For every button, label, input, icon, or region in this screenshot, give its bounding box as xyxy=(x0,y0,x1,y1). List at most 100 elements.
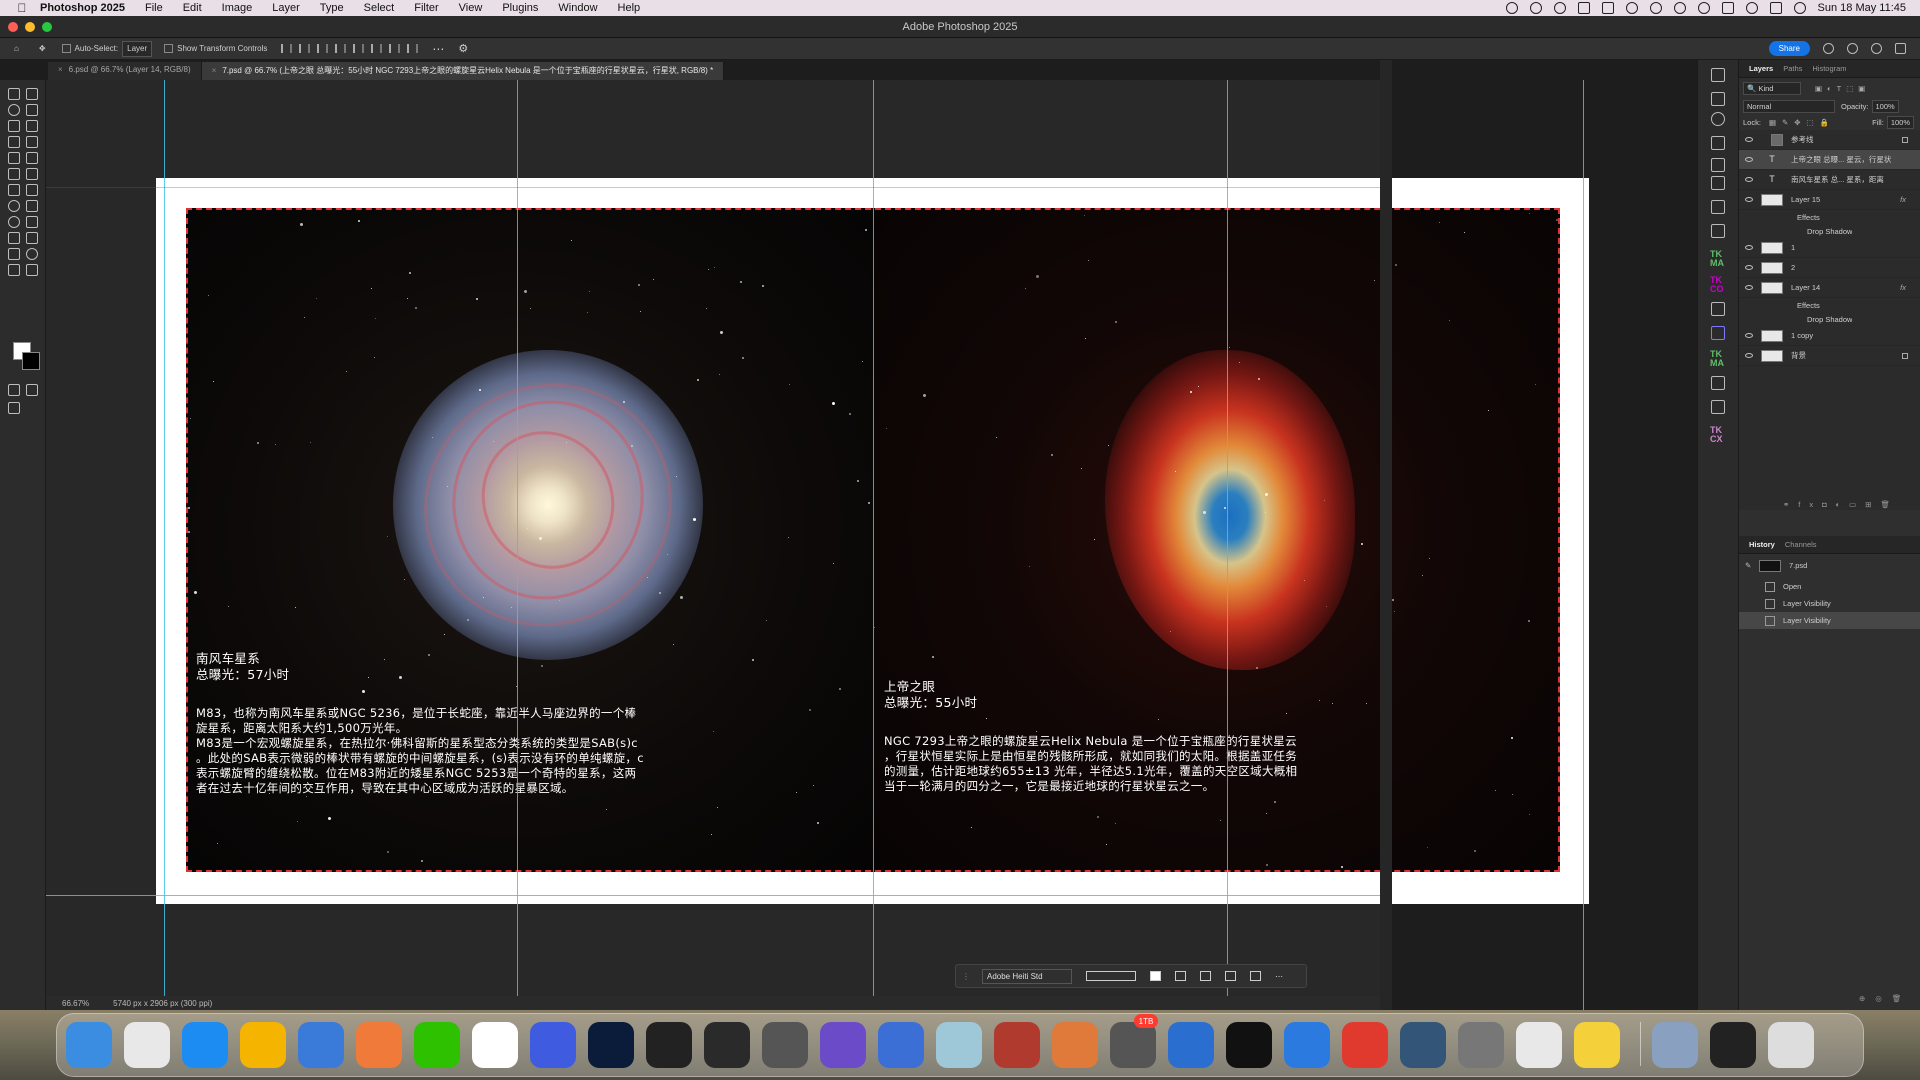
tab-histogram[interactable]: Histogram xyxy=(1812,64,1846,73)
status-s-icon[interactable] xyxy=(1697,2,1710,14)
tk-co-plugin-icon[interactable]: TK CO xyxy=(1710,276,1724,294)
layer-row[interactable]: T 上帝之眼 总曝... 星云，行星状 xyxy=(1739,150,1920,170)
blur-tool-icon[interactable] xyxy=(8,200,20,212)
info-icon[interactable] xyxy=(1711,112,1725,126)
align-left-icon[interactable] xyxy=(281,44,293,53)
tk-plugin-icon[interactable] xyxy=(1711,302,1725,316)
text-color-swatch[interactable] xyxy=(1150,971,1161,981)
show-transform-checkbox[interactable]: Show Transform Controls xyxy=(164,41,267,57)
guide-line[interactable] xyxy=(517,80,518,1010)
align-center-icon[interactable] xyxy=(299,44,311,53)
status-cursor-icon[interactable] xyxy=(1529,2,1542,14)
eraser-tool-icon[interactable] xyxy=(8,184,20,196)
layer-effect-drop-shadow[interactable]: Drop Shadow xyxy=(1739,224,1920,238)
guide-line[interactable] xyxy=(46,187,1380,188)
status-record-icon[interactable] xyxy=(1505,2,1518,14)
visibility-eye-icon[interactable] xyxy=(1745,137,1753,142)
visibility-eye-icon[interactable] xyxy=(1745,333,1753,338)
paragraph-icon[interactable] xyxy=(1711,176,1725,190)
font-size-field[interactable] xyxy=(1086,971,1136,981)
history-item[interactable]: Layer Visibility xyxy=(1739,595,1920,612)
align-right-icon[interactable] xyxy=(317,44,329,53)
dodge-tool-icon[interactable] xyxy=(8,216,20,228)
layer-fx-badge[interactable]: fx xyxy=(1900,283,1906,292)
libraries-icon[interactable] xyxy=(1711,200,1725,214)
quick-mask-icon[interactable] xyxy=(8,384,20,396)
tab-layers[interactable]: Layers xyxy=(1749,64,1773,73)
guide-line[interactable] xyxy=(46,895,1380,896)
dock-final-cut-pro-icon[interactable] xyxy=(646,1022,692,1068)
patch-tool-icon[interactable] xyxy=(26,136,38,148)
pencil-tool-icon[interactable] xyxy=(26,152,38,164)
document-info[interactable]: 5740 px x 2906 px (300 ppi) xyxy=(113,999,212,1008)
apple-menu-icon[interactable]:  xyxy=(14,0,30,16)
type-tool-icon[interactable] xyxy=(26,216,38,228)
dock-finder-icon[interactable] xyxy=(66,1022,112,1068)
left-caption[interactable]: 南风车星系 总曝光：57小时 M83，也称为南风车星系或NGC 5236，是位于… xyxy=(196,636,866,811)
visibility-eye-icon[interactable] xyxy=(1745,265,1753,270)
dock-davinci-resolve-icon[interactable] xyxy=(704,1022,750,1068)
home-icon[interactable]: ⌂ xyxy=(14,41,19,57)
menu-filter[interactable]: Filter xyxy=(414,2,438,14)
share-button[interactable]: Share xyxy=(1768,41,1810,56)
layer-effect-drop-shadow[interactable]: Drop Shadow xyxy=(1739,312,1920,326)
auto-select-checkbox[interactable]: Auto-Select: xyxy=(61,41,118,57)
status-app-icon[interactable] xyxy=(1577,2,1590,14)
more-tools-icon[interactable] xyxy=(26,264,38,276)
guide-line[interactable] xyxy=(873,80,874,1010)
align-middle-icon[interactable] xyxy=(371,44,383,53)
dock-screenshot-icon[interactable] xyxy=(1110,1022,1156,1068)
status-play-icon[interactable] xyxy=(1625,2,1638,14)
dock-terminal-icon[interactable] xyxy=(1226,1022,1272,1068)
dock-pins-icon[interactable] xyxy=(1052,1022,1098,1068)
layer-row[interactable]: 1 xyxy=(1739,238,1920,258)
dock-affinity-icon[interactable] xyxy=(820,1022,866,1068)
dock-app-store-icon[interactable] xyxy=(182,1022,228,1068)
layer-row[interactable]: T 南风车星系 总... 星系，距离 xyxy=(1739,170,1920,190)
dock-cloud-icon[interactable] xyxy=(1284,1022,1330,1068)
canvas-area[interactable]: 南风车星系 总曝光：57小时 M83，也称为南风车星系或NGC 5236，是位于… xyxy=(46,80,1589,1010)
filter-kind-dropdown[interactable]: 🔍 Kind xyxy=(1743,82,1801,95)
siri-icon[interactable] xyxy=(1793,2,1806,14)
layer-row[interactable]: 2 xyxy=(1739,258,1920,278)
align-right-text-icon[interactable] xyxy=(1225,971,1236,981)
dock-chrome-icon[interactable] xyxy=(472,1022,518,1068)
opacity-field[interactable]: 100% xyxy=(1871,100,1899,113)
dock-system-settings-icon[interactable] xyxy=(1458,1022,1504,1068)
eyedropper-tool-icon[interactable] xyxy=(26,120,38,132)
move-tool-icon[interactable] xyxy=(8,88,20,100)
history-item[interactable]: Layer Visibility xyxy=(1739,612,1920,629)
more-options-icon[interactable]: ⋯ xyxy=(432,41,444,57)
menu-plugins[interactable]: Plugins xyxy=(502,2,538,14)
dock-tips-icon[interactable] xyxy=(1574,1022,1620,1068)
dock-photobooth-icon[interactable] xyxy=(994,1022,1040,1068)
gradient-tool-icon[interactable] xyxy=(26,184,38,196)
screen-mode-icon[interactable] xyxy=(26,384,38,396)
dock-linear-icon[interactable] xyxy=(530,1022,576,1068)
generative-icon[interactable] xyxy=(8,402,20,414)
visibility-eye-icon[interactable] xyxy=(1745,285,1753,290)
status-headphone-icon[interactable] xyxy=(1673,2,1686,14)
layer-fx-badge[interactable]: fx xyxy=(1900,195,1906,204)
move-tool-icon[interactable]: ✥ xyxy=(39,41,46,57)
close-tab-icon[interactable]: × xyxy=(58,65,63,74)
marquee-tool-icon[interactable] xyxy=(26,88,38,100)
path-selection-icon[interactable] xyxy=(26,232,38,244)
drag-handle-icon[interactable]: ⋮ xyxy=(962,972,970,981)
layer-row[interactable]: 参考线 xyxy=(1739,130,1920,150)
dock-wps-icon[interactable] xyxy=(1342,1022,1388,1068)
dock-preview2-icon[interactable] xyxy=(1652,1022,1698,1068)
visibility-eye-icon[interactable] xyxy=(1745,197,1753,202)
tk-cx-plugin-icon[interactable]: TK CX xyxy=(1710,426,1723,444)
layer-row[interactable]: 1 copy xyxy=(1739,326,1920,346)
rotate-view-icon[interactable] xyxy=(8,264,20,276)
doc-tab-6psd[interactable]: × 6.psd @ 66.7% (Layer 14, RGB/8) xyxy=(48,62,202,80)
dock-lrtimelapse-icon[interactable] xyxy=(762,1022,808,1068)
run-plugin-icon[interactable] xyxy=(1711,400,1725,414)
clone-stamp-icon[interactable] xyxy=(8,168,20,180)
align-top-icon[interactable] xyxy=(353,44,365,53)
status-tb-icon[interactable] xyxy=(1601,2,1614,14)
align-left-text-icon[interactable] xyxy=(1175,971,1186,981)
wechat-status-icon[interactable] xyxy=(1649,2,1662,14)
adjustments-icon[interactable] xyxy=(1711,92,1725,106)
